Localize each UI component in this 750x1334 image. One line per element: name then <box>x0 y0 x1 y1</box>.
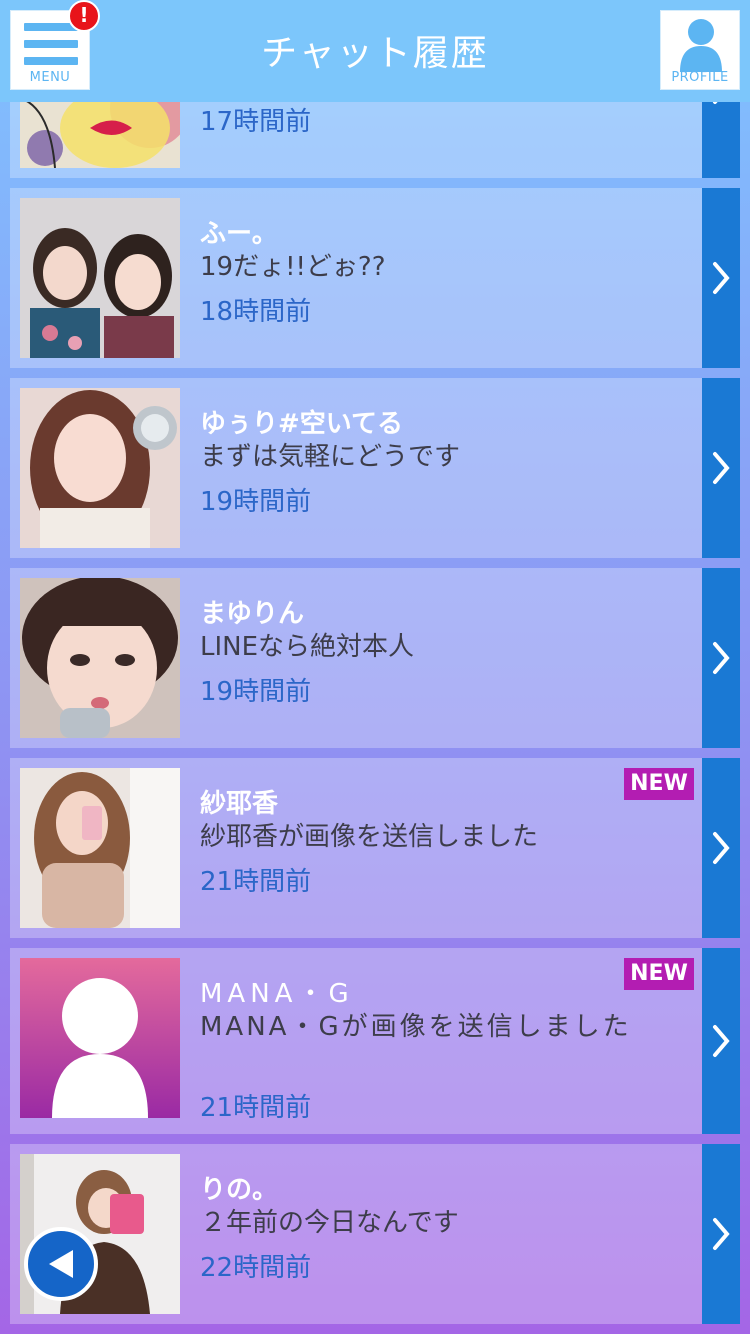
row-arrow[interactable] <box>702 948 740 1134</box>
chevron-right-icon <box>713 262 730 294</box>
chevron-right-icon <box>713 1218 730 1250</box>
avatar <box>20 578 180 738</box>
chat-name: まゆりん <box>200 599 305 629</box>
new-badge: NEW <box>624 768 694 800</box>
back-triangle-icon <box>49 1250 73 1278</box>
chat-time: 22時間前 <box>200 1253 312 1283</box>
avatar <box>20 198 180 358</box>
chat-item[interactable]: 紗耶香 紗耶香が画像を送信しました 21時間前 NEW <box>10 758 740 938</box>
chat-item[interactable]: MANA・G MANA・Gが画像を送信しました 21時間前 NEW <box>10 948 740 1134</box>
profile-label: PROFILE <box>671 70 729 85</box>
chevron-right-icon <box>713 452 730 484</box>
chat-message: 紗耶香が画像を送信しました <box>200 822 539 852</box>
row-arrow[interactable] <box>702 188 740 368</box>
chevron-right-icon <box>713 1025 730 1057</box>
avatar <box>20 388 180 548</box>
chevron-right-icon <box>713 642 730 674</box>
chat-message: まずは気軽にどうです <box>200 442 461 472</box>
avatar <box>20 958 180 1118</box>
chat-history-list: 17時間前 ふー。 19だょ!!どぉ?? 18時間前 ゆぅり#空いてる まずは気… <box>0 0 750 1334</box>
back-button[interactable] <box>24 1227 98 1301</box>
chat-time: 18時間前 <box>200 297 312 327</box>
chat-message: ２年前の今日なんです <box>200 1208 459 1238</box>
chat-name: りの。 <box>200 1175 279 1205</box>
page-title: チャット履歴 <box>261 33 489 74</box>
chat-message: MANA・Gが画像を送信しました <box>200 1012 632 1042</box>
chat-name: MANA・G <box>200 979 354 1009</box>
chat-time: 21時間前 <box>200 867 312 897</box>
chat-item[interactable]: ふー。 19だょ!!どぉ?? 18時間前 <box>10 188 740 368</box>
new-badge: NEW <box>624 958 694 990</box>
chat-name: 紗耶香 <box>200 789 279 819</box>
chat-message: LINEなら絶対本人 <box>200 632 415 662</box>
avatar <box>20 768 180 928</box>
profile-button[interactable]: PROFILE <box>660 10 740 90</box>
person-icon <box>680 19 722 72</box>
chat-item[interactable]: まゆりん LINEなら絶対本人 19時間前 <box>10 568 740 748</box>
row-arrow[interactable] <box>702 568 740 748</box>
chevron-right-icon <box>713 832 730 864</box>
row-arrow[interactable] <box>702 1144 740 1324</box>
chat-name: ふー。 <box>200 219 278 249</box>
chat-time: 19時間前 <box>200 487 312 517</box>
app-header: MENU ! チャット履歴 PROFILE <box>0 0 750 102</box>
chat-time: 21時間前 <box>200 1093 312 1123</box>
row-arrow[interactable] <box>702 758 740 938</box>
chat-name: ゆぅり#空いてる <box>200 409 404 439</box>
chat-time: 17時間前 <box>200 107 312 137</box>
chat-item[interactable]: ゆぅり#空いてる まずは気軽にどうです 19時間前 <box>10 378 740 558</box>
row-arrow[interactable] <box>702 378 740 558</box>
chat-item[interactable]: りの。 ２年前の今日なんです 22時間前 <box>10 1144 740 1324</box>
chat-message: 19だょ!!どぉ?? <box>200 252 386 282</box>
chat-time: 19時間前 <box>200 677 312 707</box>
